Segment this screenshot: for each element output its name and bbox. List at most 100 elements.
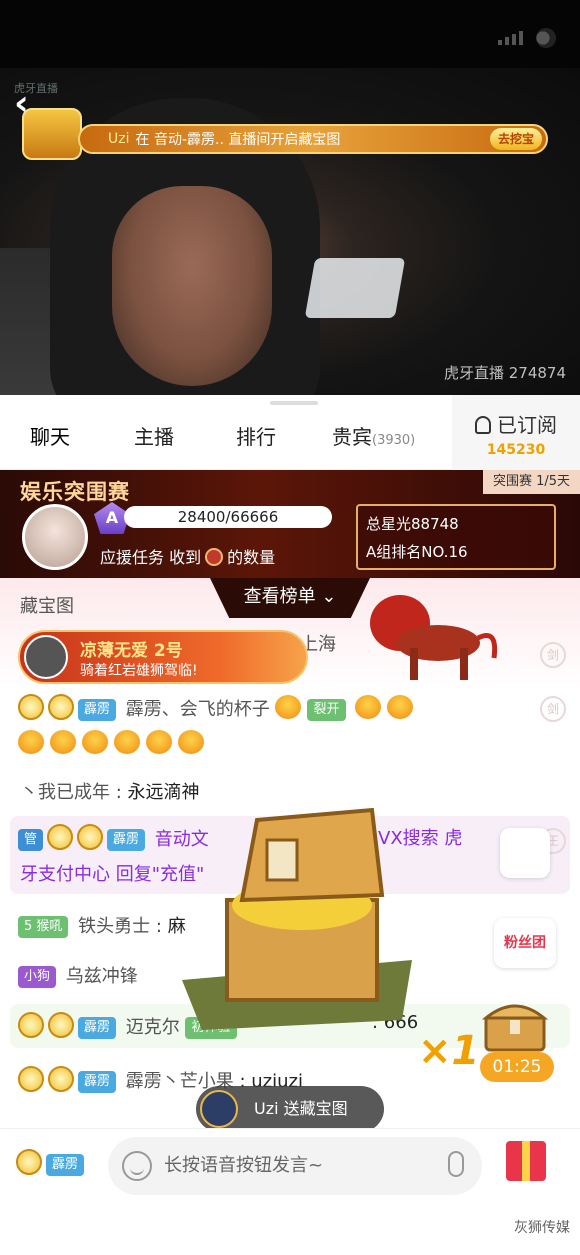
drag-handle[interactable] — [270, 401, 318, 405]
level-icon — [18, 1012, 44, 1038]
emoji-icon — [114, 730, 140, 754]
subscribe-label: 已订阅 — [497, 413, 557, 437]
fan-badge: 小狗 — [18, 966, 57, 988]
fan-badge: 霹雳 — [78, 1017, 117, 1039]
emoji-icon — [387, 695, 414, 719]
tab-chat[interactable]: 聊天 — [30, 421, 70, 450]
chat-input[interactable]: 长按语音按钮发言~ — [108, 1137, 482, 1195]
fan-badge-name: 猴吼 — [36, 919, 63, 934]
banner-user: Uzi — [108, 131, 130, 147]
emoji-icon — [82, 730, 108, 754]
treasure-timer: 01:25 — [480, 1052, 554, 1082]
tab-rank-label: 排行 — [236, 425, 276, 449]
video-watermark: 虎牙直播 274874 — [443, 364, 566, 382]
sword-icon: 剑 — [540, 696, 566, 722]
tab-host-label: 主播 — [134, 425, 174, 449]
gift-toast: Uzi 送藏宝图 — [196, 1086, 384, 1132]
wechat-watermark: 灰狮传媒 — [514, 1220, 570, 1236]
admin-badge: 管 — [18, 829, 44, 851]
fan-level-icon — [48, 1066, 74, 1092]
event-title: 娱乐突围赛 — [20, 480, 130, 504]
fan-badge: 霹雳 — [107, 829, 146, 851]
emoji-icon — [275, 695, 302, 719]
toast-user: Uzi — [254, 1099, 279, 1118]
treasure-chest-icon[interactable] — [22, 108, 82, 160]
banner-text: 在 音动-霹雳.. 直播间开启藏宝图 — [135, 132, 341, 148]
vip-name: 凉薄无爱 2号 — [80, 641, 183, 661]
task-suffix: 的数量 — [227, 548, 276, 567]
status-icons — [498, 28, 556, 48]
sword-icon: 剑 — [540, 642, 566, 668]
emoji-icon — [355, 695, 382, 719]
bottom-bar: 霹雳 长按语音按钮发言~ 灰狮传媒 — [0, 1128, 580, 1255]
lion-mount-icon — [370, 595, 498, 680]
total-stars: 总星光88748 — [366, 515, 459, 533]
event-round: 突围赛 1/5天 — [482, 470, 580, 494]
vip-avatar — [24, 635, 68, 679]
chat-username: 霹雳、会飞的杯子 — [125, 699, 270, 720]
level-icon — [47, 824, 74, 850]
signal-icon — [498, 31, 524, 45]
fan-badge: 霹雳 — [78, 1071, 117, 1093]
fan-level-icon — [48, 694, 74, 720]
vip-entry-banner: 凉薄无爱 2号 骑着红岩雄狮驾临! — [18, 630, 308, 684]
emoji-icon[interactable] — [122, 1151, 152, 1181]
event-task: 应援任务 收到 的数量 — [100, 544, 275, 568]
microphone-icon[interactable] — [448, 1151, 464, 1177]
tab-vip-count: (3930) — [372, 433, 416, 448]
gift-box-button[interactable] — [500, 828, 550, 878]
video-subject-face — [112, 186, 272, 386]
subscribe-button[interactable]: 已订阅 145230 — [452, 395, 580, 470]
emoji-icon — [18, 730, 44, 754]
tab-host[interactable]: 主播 — [134, 421, 174, 450]
emoji-icon — [146, 730, 172, 754]
dig-treasure-button[interactable]: 去挖宝 — [489, 128, 542, 150]
fan-badge: 霹雳 — [78, 699, 117, 721]
level-icon — [18, 1066, 44, 1092]
toast-text: 送藏宝图 — [283, 1099, 348, 1118]
task-prefix: 应援任务 收到 — [100, 548, 202, 567]
gem-icon — [205, 548, 224, 566]
fan-level-icon — [16, 1149, 42, 1175]
gift-icon[interactable] — [506, 1141, 546, 1181]
battery-icon — [536, 28, 556, 48]
status-bar — [0, 0, 580, 68]
fan-level-icon — [48, 1012, 74, 1038]
tab-vip-label: 贵宾 — [332, 425, 372, 449]
live-video[interactable] — [0, 68, 580, 395]
tab-chat-label: 聊天 — [30, 425, 70, 449]
tab-bar: 聊天 主播 排行 贵宾(3930) 已订阅 145230 — [0, 395, 580, 470]
vip-entry-text: 骑着红岩雄狮驾临! — [80, 663, 198, 679]
fan-badge: 5 猴吼 — [18, 916, 69, 938]
chat-row[interactable]: 霹雳 霹雳、会飞的杯子 裂开 — [18, 694, 580, 721]
treasure-chest-icon[interactable] — [480, 994, 550, 1054]
event-progress: 28400/66666 — [124, 506, 332, 528]
chat-row-emojis — [18, 730, 580, 755]
emoji-icon — [50, 730, 76, 754]
chat-username: 乌兹冲锋 — [65, 966, 138, 987]
fan-badge: 霹雳 — [46, 1154, 85, 1176]
subscriber-count: 145230 — [486, 442, 546, 458]
chat-username: 丶我已成年 — [20, 782, 110, 803]
level-icon — [18, 694, 44, 720]
toast-avatar — [200, 1090, 238, 1128]
bell-icon — [475, 416, 491, 434]
group-rank: A组排名NO.16 — [366, 543, 468, 561]
tab-rank[interactable]: 排行 — [236, 421, 276, 450]
fan-level-icon — [77, 824, 104, 850]
fan-badge-level: 5 — [24, 919, 33, 934]
fans-club-button[interactable]: 粉丝团 — [494, 918, 556, 968]
treasure-banner[interactable]: Uzi 在 音动-霹雳.. 直播间开启藏宝图 去挖宝 — [78, 124, 548, 154]
chat-input-placeholder: 长按语音按钮发言~ — [164, 1155, 324, 1176]
event-stats: 总星光88748 A组排名NO.16 — [356, 504, 556, 570]
view-list-button[interactable]: 查看榜单 ⌄ — [210, 578, 370, 618]
event-panel[interactable]: 娱乐突围赛 突围赛 1/5天 A 28400/66666 应援任务 收到 的数量 … — [0, 470, 580, 578]
tab-vip[interactable]: 贵宾(3930) — [332, 421, 415, 450]
video-light — [304, 258, 406, 318]
treasure-chest-icon — [182, 807, 412, 1030]
fan-badge-bar[interactable]: 霹雳 — [16, 1149, 88, 1176]
chat-username: 铁头勇士 — [78, 916, 151, 937]
emoji-icon — [178, 730, 204, 754]
multiplier-text: ×1 — [418, 1028, 480, 1074]
chat-tag: 裂开 — [307, 699, 346, 721]
